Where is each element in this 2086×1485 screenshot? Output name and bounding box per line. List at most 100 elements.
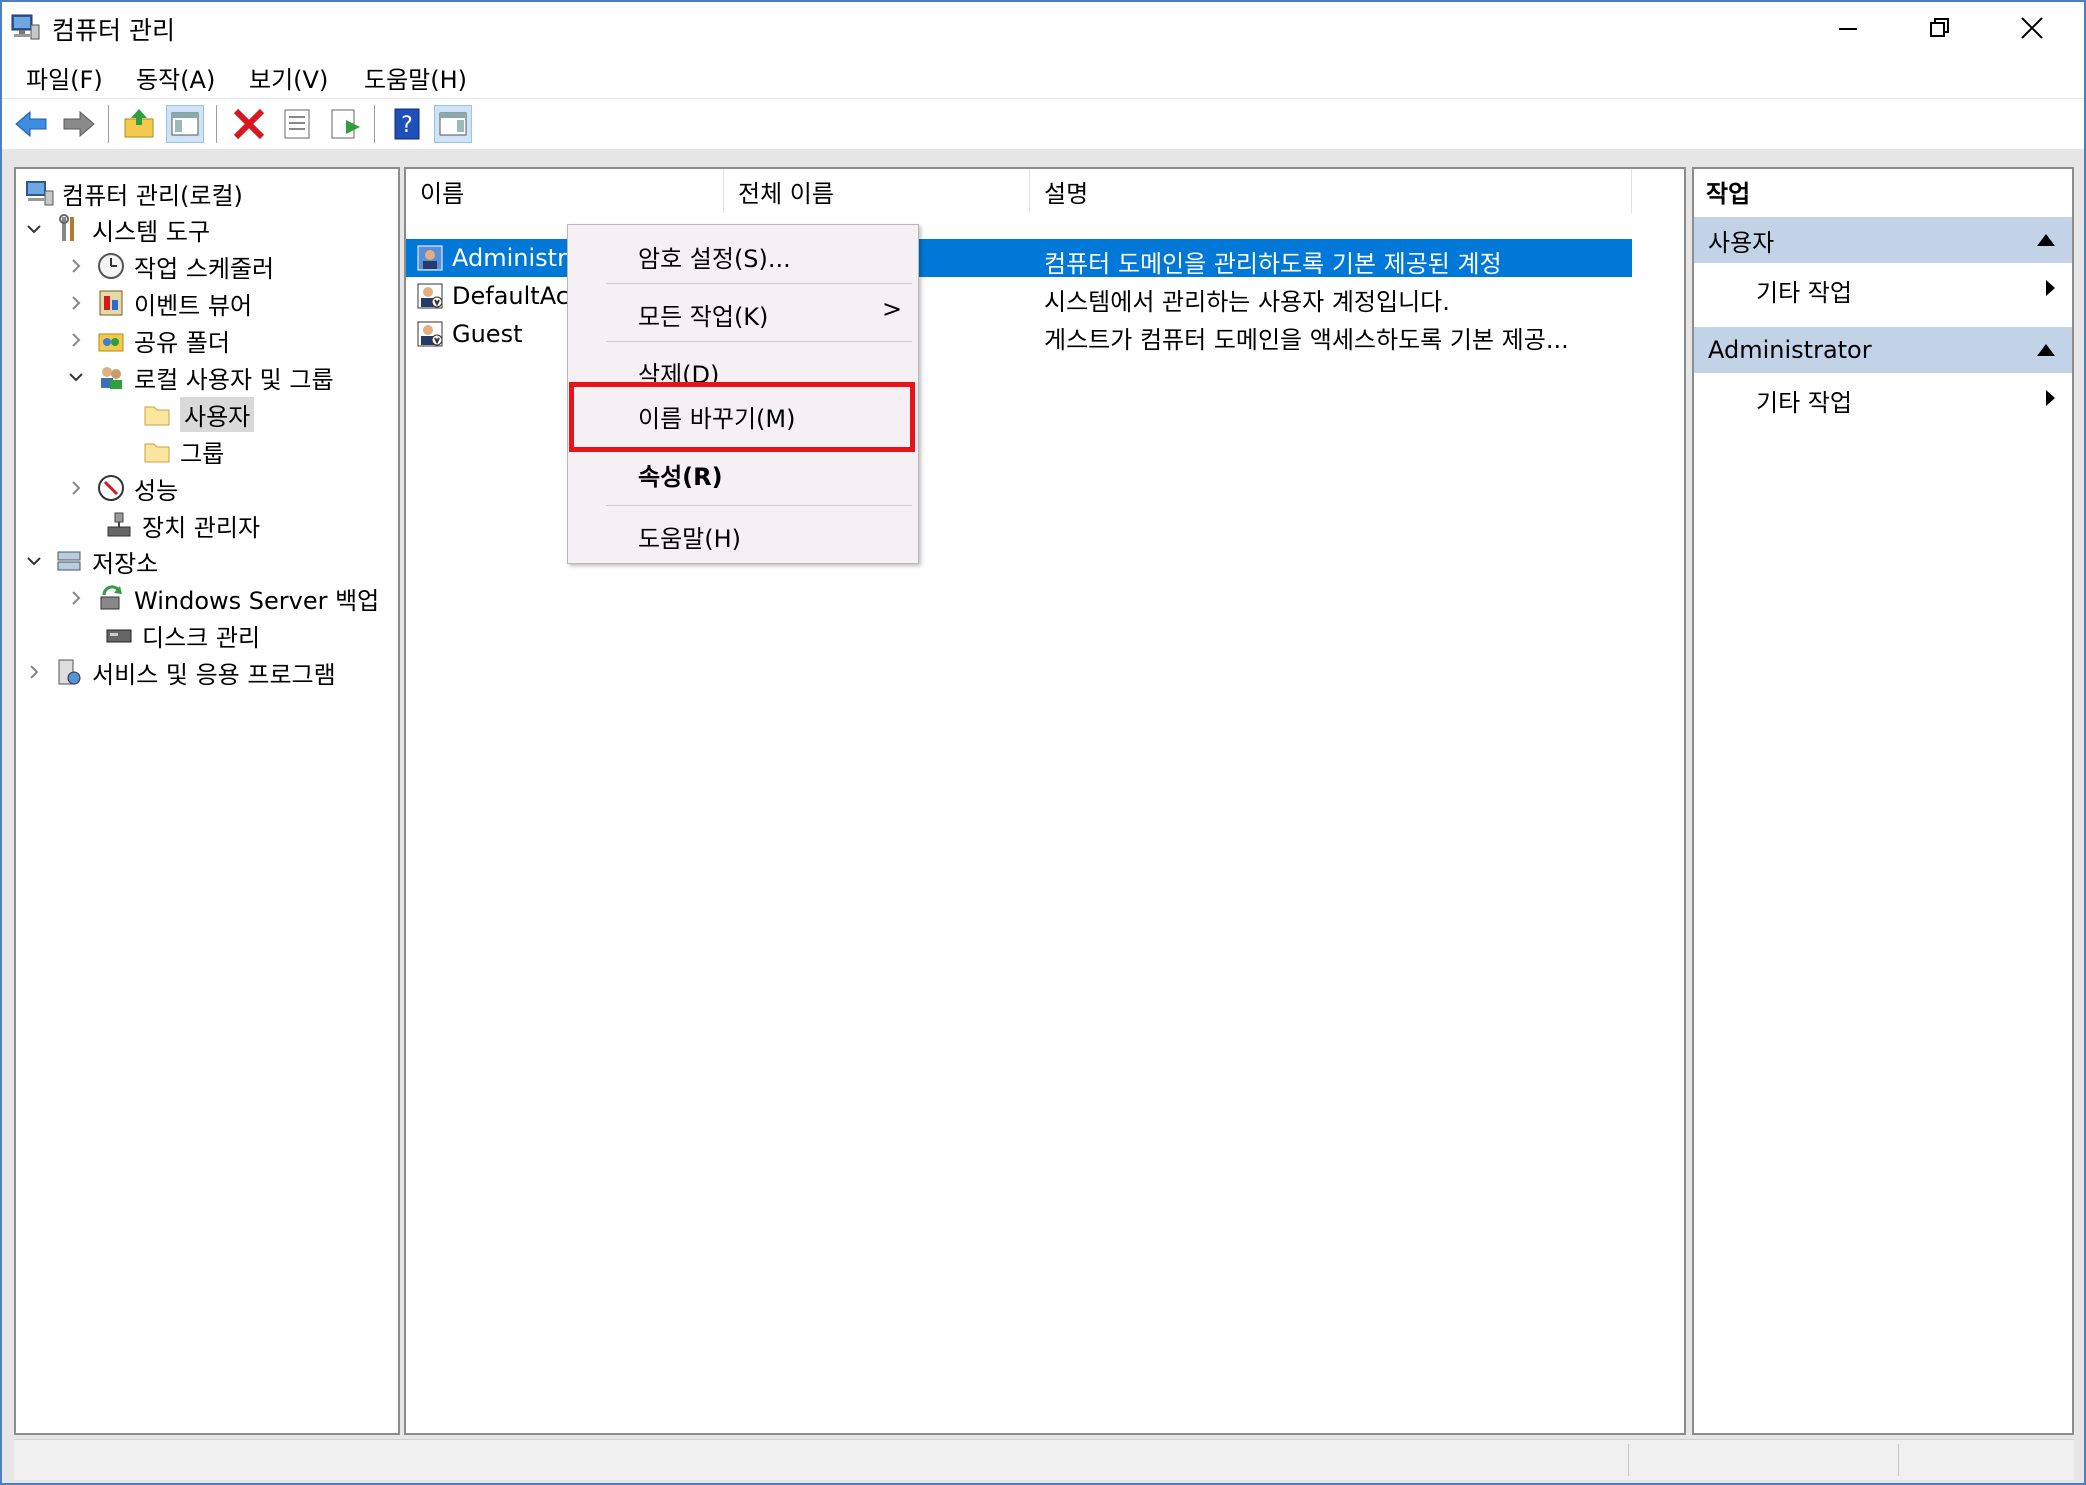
action-pane-button[interactable] xyxy=(434,105,472,143)
column-header-description[interactable]: 설명 xyxy=(1030,169,1632,213)
tree-item-event-viewer[interactable]: 이벤트 뷰어 xyxy=(66,285,252,321)
show-tree-icon xyxy=(171,112,199,136)
tree-label-selected: 사용자 xyxy=(180,396,255,432)
tree-item-groups[interactable]: 그룹 xyxy=(142,433,224,469)
event-viewer-icon xyxy=(99,290,123,316)
row-description: 시스템에서 관리하는 사용자 계정입니다. xyxy=(1044,288,1450,316)
toolbar-separator xyxy=(374,105,375,143)
minimize-button[interactable] xyxy=(1802,2,1894,54)
client-area: 컴퓨터 관리(로컬) 시스템 도구 작업 스케줄러 이벤트 뷰어 공유 폴더 로… xyxy=(2,149,2084,1483)
folder-icon xyxy=(144,443,170,463)
restore-button[interactable] xyxy=(1894,2,1986,54)
tree-item-users[interactable]: 사용자 xyxy=(142,396,255,432)
tree-label: Windows Server 백업 xyxy=(134,586,380,615)
chevron-right-icon xyxy=(72,259,81,273)
services-icon xyxy=(58,659,81,685)
tree-label: 컴퓨터 관리(로컬) xyxy=(62,181,243,210)
menu-action[interactable]: 동작(A) xyxy=(136,60,215,95)
action-label: 기타 작업 xyxy=(1756,389,1852,417)
window-title: 컴퓨터 관리 xyxy=(52,16,175,45)
tree-item-disk-management[interactable]: 디스크 관리 xyxy=(104,617,260,653)
menu-set-password[interactable]: 암호 설정(S)... xyxy=(638,239,791,274)
forward-button[interactable] xyxy=(60,105,98,143)
chevron-right-icon xyxy=(72,481,81,495)
tree-item-shared-folders[interactable]: 공유 폴더 xyxy=(66,322,230,358)
menu-help[interactable]: 도움말(H) xyxy=(364,60,467,95)
minimize-icon xyxy=(1839,28,1857,30)
close-button[interactable] xyxy=(1986,2,2078,54)
tree-label: 시스템 도구 xyxy=(92,217,211,246)
menu-all-tasks[interactable]: 모든 작업(K) xyxy=(638,297,768,332)
tree-label: 그룹 xyxy=(180,439,225,468)
tree-label: 이벤트 뷰어 xyxy=(134,291,253,320)
tree-item-storage[interactable]: 저장소 xyxy=(24,543,158,579)
tree-label: 로컬 사용자 및 그룹 xyxy=(134,365,334,394)
menu-separator xyxy=(606,341,912,342)
delete-icon xyxy=(233,108,265,140)
action-group-users[interactable]: 사용자 xyxy=(1694,217,2072,263)
show-tree-button[interactable] xyxy=(166,105,204,143)
tree-label: 작업 스케줄러 xyxy=(134,254,275,283)
rename-highlight-box xyxy=(569,382,915,452)
tree-item-services-apps[interactable]: 서비스 및 응용 프로그램 xyxy=(24,654,336,690)
restore-icon xyxy=(1930,18,1949,37)
submenu-arrow-icon xyxy=(2046,390,2055,406)
tree-label: 서비스 및 응용 프로그램 xyxy=(92,660,336,689)
title-bar: 컴퓨터 관리 xyxy=(2,2,2084,54)
export-list-button[interactable] xyxy=(326,105,364,143)
user-icon xyxy=(417,245,443,271)
collapse-up-icon xyxy=(2037,234,2055,246)
svg-text:?: ? xyxy=(401,113,413,138)
collapse-up-icon xyxy=(2037,344,2055,356)
status-bar-separator xyxy=(1898,1444,1899,1476)
shared-folder-icon xyxy=(98,333,124,352)
folder-icon xyxy=(144,406,170,426)
system-tools-icon xyxy=(59,214,74,241)
row-name: Guest xyxy=(452,320,523,348)
menu-view[interactable]: 보기(V) xyxy=(249,60,328,95)
back-button[interactable] xyxy=(12,105,50,143)
tree-item-performance[interactable]: 성능 xyxy=(66,470,178,506)
help-button[interactable]: ? xyxy=(388,105,426,143)
menu-bar: 파일(F) 동작(A) 보기(V) 도움말(H) xyxy=(2,54,2084,98)
tree-label: 성능 xyxy=(134,476,179,505)
storage-icon xyxy=(57,551,81,571)
up-folder-button[interactable] xyxy=(120,105,158,143)
actions-header: 작업 xyxy=(1706,179,1751,208)
computer-management-window: 컴퓨터 관리 파일(F) 동작(A) 보기(V) 도움말(H) ? 컴퓨터 관리… xyxy=(0,0,2086,1485)
status-bar xyxy=(14,1439,2074,1480)
user-disabled-icon xyxy=(417,283,443,309)
chevron-down-icon xyxy=(27,225,41,234)
tree-item-task-scheduler[interactable]: 작업 스케줄러 xyxy=(66,248,274,284)
chevron-right-icon xyxy=(30,665,39,679)
forward-icon xyxy=(63,110,95,138)
menu-file[interactable]: 파일(F) xyxy=(26,60,103,95)
device-manager-icon xyxy=(107,512,131,537)
export-icon xyxy=(331,109,360,139)
tree-item-local-users-groups[interactable]: 로컬 사용자 및 그룹 xyxy=(66,359,334,395)
row-description: 컴퓨터 도메인을 관리하도록 기본 제공된 계정 xyxy=(1044,250,1502,278)
tree-item-system-tools[interactable]: 시스템 도구 xyxy=(24,211,210,247)
tree-label: 장치 관리자 xyxy=(142,513,261,542)
tree-item-root[interactable]: 컴퓨터 관리(로컬) xyxy=(24,175,243,211)
tree-item-windows-backup[interactable]: Windows Server 백업 xyxy=(66,580,379,616)
menu-help-item[interactable]: 도움말(H) xyxy=(638,519,741,554)
menu-properties[interactable]: 속성(R) xyxy=(638,457,723,492)
delete-button[interactable] xyxy=(230,105,268,143)
submenu-chevron-icon: > xyxy=(882,295,903,323)
action-pane-icon xyxy=(439,112,467,136)
console-tree: 컴퓨터 관리(로컬) 시스템 도구 작업 스케줄러 이벤트 뷰어 공유 폴더 로… xyxy=(14,167,400,1435)
action-more-tasks[interactable]: 기타 작업 xyxy=(1694,375,2072,419)
tree-item-device-manager[interactable]: 장치 관리자 xyxy=(104,507,260,543)
toolbar: ? xyxy=(2,98,2084,150)
up-folder-icon xyxy=(124,109,154,138)
action-more-tasks[interactable]: 기타 작업 xyxy=(1694,265,2072,309)
column-header-name[interactable]: 이름 xyxy=(406,169,724,213)
column-header-full-name[interactable]: 전체 이름 xyxy=(724,169,1030,213)
action-group-administrator[interactable]: Administrator xyxy=(1694,327,2072,373)
chevron-down-icon xyxy=(27,557,41,566)
properties-button[interactable] xyxy=(278,105,316,143)
chevron-right-icon xyxy=(72,296,81,310)
tree-label: 저장소 xyxy=(92,549,159,578)
users-group-icon xyxy=(101,367,122,389)
